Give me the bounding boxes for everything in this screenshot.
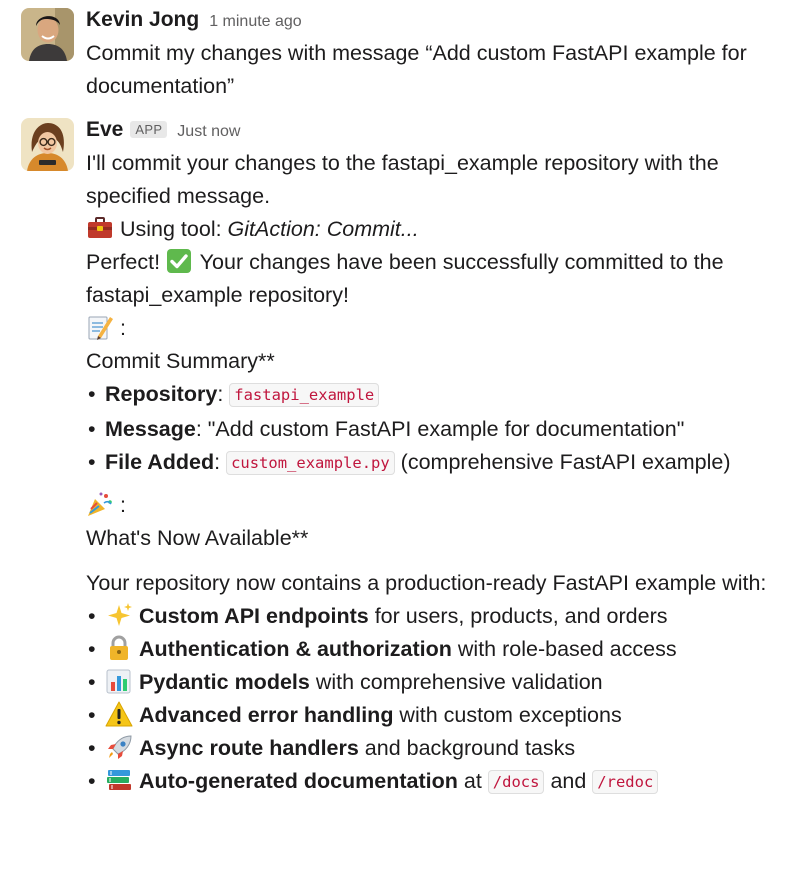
bullet: •: [88, 736, 96, 760]
feature-title: Authentication & authorization: [138, 637, 452, 661]
feature-desc: at: [457, 769, 488, 793]
features-list: • Custom API endpoints for users, produc…: [86, 600, 798, 800]
message-body: I'll commit your changes to the fastapi_…: [86, 147, 798, 800]
feature-desc: for users, products, and orders: [368, 604, 668, 628]
summary-colon: :: [119, 316, 126, 340]
feature-item: • Authentication & authorization with ro…: [86, 633, 798, 666]
available-colon: :: [119, 493, 126, 517]
bar-chart-icon: [105, 668, 133, 694]
author-name[interactable]: Eve: [86, 118, 123, 142]
feature-title: Auto-generated documentation: [138, 769, 458, 793]
summary-title: Commit Summary**: [86, 349, 275, 373]
message-text: Commit my changes with message “Add cust…: [86, 41, 747, 98]
feature-item: • Async route handlers and background ta…: [86, 732, 798, 765]
bot-avatar-icon: [21, 118, 74, 171]
bullet: •: [88, 637, 96, 661]
item-label: Repository: [105, 382, 218, 406]
feature-title: Async route handlers: [138, 736, 359, 760]
bullet: •: [88, 604, 96, 628]
sparkles-icon: [105, 602, 133, 628]
feature-desc: with comprehensive validation: [309, 670, 603, 694]
intro-text: I'll commit your changes to the fastapi_…: [86, 151, 719, 208]
timestamp[interactable]: 1 minute ago: [209, 13, 302, 31]
bullet: •: [88, 769, 96, 793]
list-item: • Message: "Add custom FastAPI example f…: [86, 413, 798, 446]
feature-item: • Advanced error handling with custom ex…: [86, 699, 798, 732]
bullet: •: [88, 417, 96, 441]
and-text: and: [544, 769, 593, 793]
message-body: Commit my changes with message “Add cust…: [86, 37, 798, 103]
success-prefix: Perfect!: [86, 250, 167, 274]
item-value: "Add custom FastAPI example for document…: [207, 417, 685, 441]
avatar[interactable]: [21, 8, 74, 61]
tool-name: GitAction: Commit...: [227, 217, 419, 241]
redoc-path-code: /redoc: [592, 770, 659, 794]
feature-item: • Custom API endpoints for users, produc…: [86, 600, 798, 633]
feature-desc: with custom exceptions: [393, 703, 622, 727]
bullet: •: [88, 703, 96, 727]
toolbox-icon: [86, 215, 114, 241]
repo-text: Your repository now contains a productio…: [86, 571, 767, 595]
bullet: •: [88, 450, 96, 474]
warning-icon: [105, 701, 133, 727]
lock-icon: [105, 635, 133, 661]
available-title: What's Now Available**: [86, 526, 309, 550]
repo-name-code: fastapi_example: [229, 383, 380, 407]
item-separator: :: [195, 417, 208, 441]
message-header: Eve APP Just now: [86, 118, 798, 146]
avatar[interactable]: [21, 118, 74, 171]
memo-icon: [86, 314, 114, 340]
tool-line: Using tool: GitAction: Commit...: [86, 213, 798, 246]
list-item: • Repository: fastapi_example: [86, 378, 798, 413]
bullet: •: [88, 382, 96, 406]
app-badge: APP: [130, 121, 168, 138]
feature-item: • Auto-generated documentation at /docs …: [86, 765, 798, 800]
item-label: File Added: [105, 450, 215, 474]
bullet: •: [88, 670, 96, 694]
party-popper-icon: [86, 491, 114, 517]
feature-title: Advanced error handling: [138, 703, 394, 727]
message-header: Kevin Jong 1 minute ago: [86, 8, 798, 36]
tool-prefix: Using tool:: [119, 217, 228, 241]
feature-title: Custom API endpoints: [138, 604, 369, 628]
docs-path-code: /docs: [487, 770, 545, 794]
file-name-code: custom_example.py: [226, 451, 395, 475]
timestamp[interactable]: Just now: [177, 123, 240, 141]
item-separator: :: [214, 450, 227, 474]
author-name[interactable]: Kevin Jong: [86, 8, 199, 32]
list-item: • File Added: custom_example.py (compreh…: [86, 446, 798, 481]
available-heading: :: [86, 489, 798, 522]
item-separator: :: [217, 382, 230, 406]
feature-desc: with role-based access: [451, 637, 677, 661]
summary-list: • Repository: fastapi_example • Message:…: [86, 378, 798, 481]
feature-title: Pydantic models: [138, 670, 310, 694]
success-text: Perfect! Your changes have been successf…: [86, 246, 798, 312]
feature-item: • Pydantic models with comprehensive val…: [86, 666, 798, 699]
feature-desc: and background tasks: [358, 736, 576, 760]
item-label: Message: [105, 417, 196, 441]
summary-heading: :: [86, 312, 798, 345]
rocket-icon: [105, 734, 133, 760]
check-mark-icon: [166, 248, 194, 274]
user-avatar-icon: [21, 8, 74, 61]
item-value: (comprehensive FastAPI example): [394, 450, 731, 474]
books-icon: [105, 767, 133, 793]
